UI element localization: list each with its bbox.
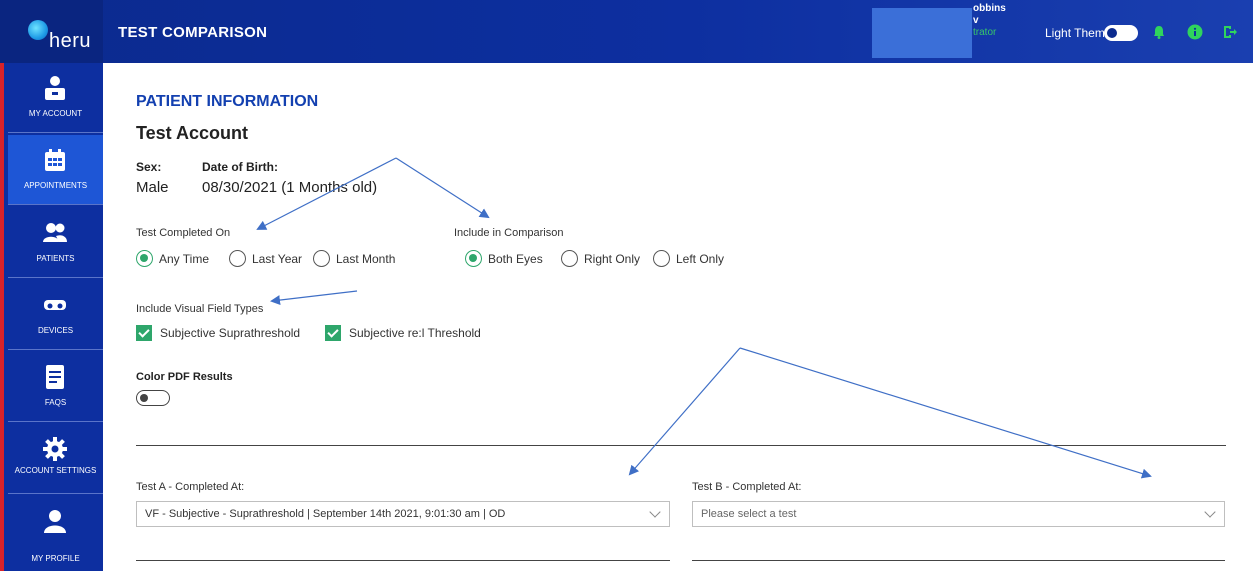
annotation-arrow: [395, 157, 490, 219]
annotation-arrow: [739, 347, 1152, 479]
annotation-arrows: [256, 157, 1152, 479]
annotation-arrow: [256, 157, 397, 230]
annotation-arrow: [270, 290, 358, 306]
annotation-arrow: [628, 347, 741, 476]
